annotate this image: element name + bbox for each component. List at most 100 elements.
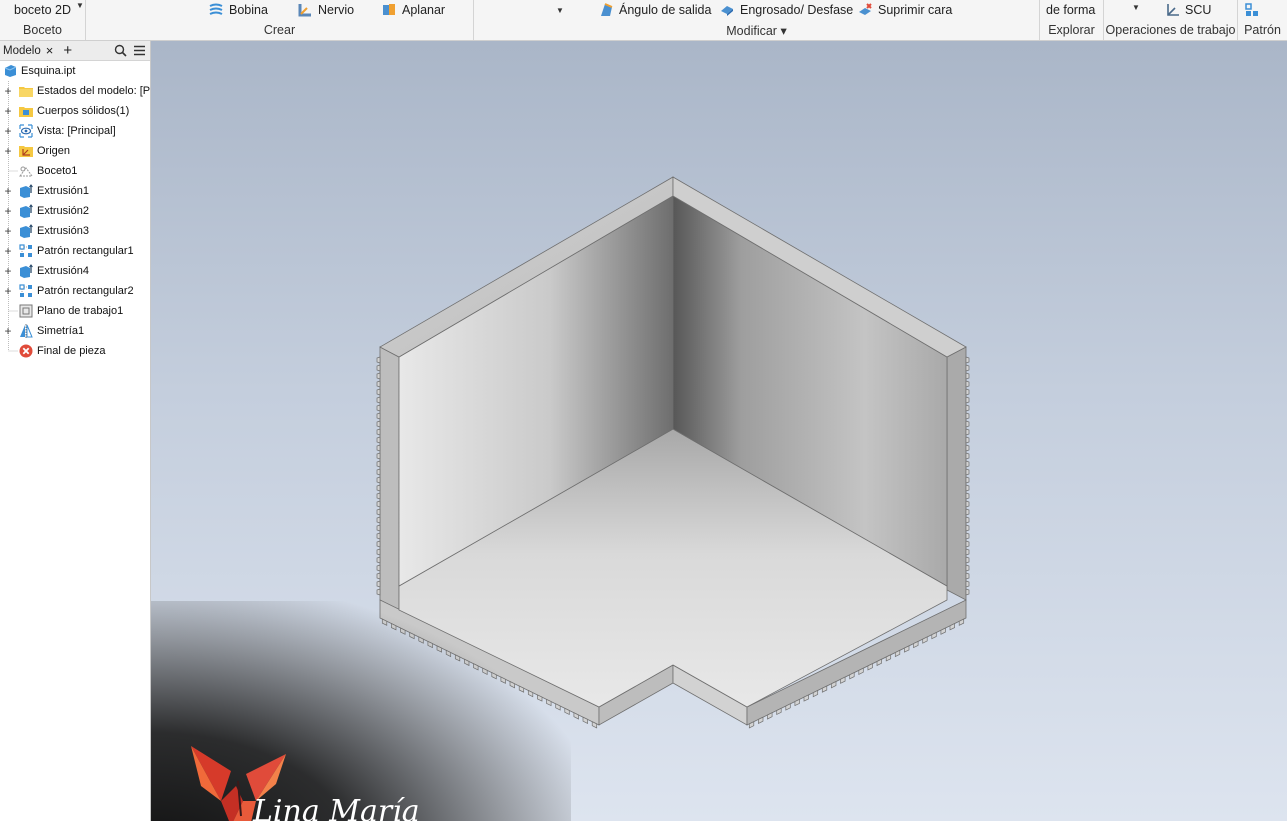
delete-face-icon — [859, 3, 872, 15]
tooth — [965, 548, 970, 556]
tree-item-solid-bodies[interactable]: + Cuerpos sólidos(1) — [0, 101, 150, 121]
ribbon-group-operaciones: ▼ SCU Operaciones de trabajo — [1104, 0, 1238, 40]
tooth — [965, 380, 970, 388]
tree-item-origin[interactable]: + Origen — [0, 141, 150, 161]
graphics-viewport[interactable]: Lina María — [151, 41, 1287, 821]
shape-generator-button[interactable]: de forma — [1046, 1, 1095, 19]
delete-face-label: Suprimir cara — [878, 3, 953, 17]
expand-icon[interactable]: + — [3, 201, 13, 221]
draft-angle-button[interactable]: Ángulo de salida — [598, 1, 711, 19]
delete-face-button[interactable]: Suprimir cara — [857, 1, 952, 19]
tree-item-label: Extrusión4 — [37, 265, 89, 277]
ribbon-group-crear: Bobina Nervio Aplanar Crear — [86, 0, 474, 40]
expand-icon[interactable]: + — [3, 121, 13, 141]
right-outer-face[interactable] — [946, 346, 967, 601]
expand-icon[interactable]: + — [3, 141, 13, 161]
create-2d-sketch-button[interactable]: boceto 2D ▼ — [14, 1, 84, 19]
tree-item-label: Extrusión2 — [37, 205, 89, 217]
group-label-explorar: Explorar — [1048, 23, 1095, 37]
coil-label: Bobina — [229, 3, 268, 17]
group-label-modificar[interactable]: Modificar ▾ — [474, 23, 1039, 38]
tree-item-sketch[interactable]: Boceto1 — [0, 161, 150, 181]
tree-item-extrusion1[interactable]: + Extrusión1 — [0, 181, 150, 201]
rib-icon — [298, 4, 311, 17]
tree-item-end-of-part[interactable]: Final de pieza — [0, 341, 150, 361]
unwrap-button[interactable]: Aplanar — [381, 1, 445, 19]
tree-item-label: Extrusión3 — [37, 225, 89, 237]
pattern-button[interactable] — [1244, 1, 1260, 19]
tooth — [376, 588, 381, 596]
expand-icon[interactable]: + — [3, 261, 13, 281]
ucs-button[interactable]: SCU — [1164, 1, 1211, 19]
tab-modelo[interactable]: Modelo — [3, 45, 41, 57]
caret-down-icon[interactable]: ▼ — [76, 1, 84, 10]
close-tab-icon[interactable]: × — [46, 43, 54, 58]
coil-button[interactable]: Bobina — [208, 1, 268, 19]
work-plane-icon — [19, 304, 33, 318]
tooth — [376, 540, 381, 548]
tree-item-mirror[interactable]: + Simetría1 — [0, 321, 150, 341]
create-2d-sketch-label: boceto 2D — [14, 3, 71, 17]
tooth — [376, 492, 381, 500]
tree-item-extrusion2[interactable]: + Extrusión2 — [0, 201, 150, 221]
unwrap-icon — [383, 4, 395, 15]
thicken-offset-button[interactable]: Engrosado/ Desfase — [719, 1, 853, 19]
tooth — [376, 476, 381, 484]
tooth — [965, 556, 970, 564]
expand-icon[interactable]: + — [3, 221, 13, 241]
caret-down-icon[interactable]: ▼ — [556, 6, 564, 15]
tooth — [965, 356, 970, 364]
expand-icon[interactable]: + — [3, 81, 13, 101]
rectangular-pattern-icon — [1245, 3, 1258, 16]
tree-item-rect-pattern1[interactable]: + Patrón rectangular1 — [0, 241, 150, 261]
tooth — [376, 524, 381, 532]
tree-item-view[interactable]: + Vista: [Principal] — [0, 121, 150, 141]
tooth — [965, 404, 970, 412]
tooth — [376, 396, 381, 404]
tooth — [965, 444, 970, 452]
expand-icon[interactable]: + — [3, 241, 13, 261]
extrude-icon — [20, 224, 33, 238]
caret-down-icon[interactable]: ▼ — [1132, 3, 1140, 12]
search-icon[interactable] — [114, 44, 127, 57]
rib-button[interactable]: Nervio — [297, 1, 354, 19]
tooth — [965, 572, 970, 580]
tooth — [965, 452, 970, 460]
tooth — [965, 588, 970, 596]
expand-icon[interactable]: + — [3, 321, 13, 341]
sketch-icon — [19, 166, 33, 177]
tooth — [376, 500, 381, 508]
tree-item-label: Vista: [Principal] — [37, 125, 116, 137]
menu-icon[interactable] — [133, 44, 146, 57]
part-icon — [4, 65, 17, 77]
watermark-text: Lina María — [252, 794, 420, 821]
tooth — [965, 532, 970, 540]
end-of-part-icon — [19, 344, 33, 358]
work-features-dropdown[interactable]: ▼ — [1132, 1, 1140, 19]
tree-item-work-plane[interactable]: Plano de trabajo1 — [0, 301, 150, 321]
tree-item-rect-pattern2[interactable]: + Patrón rectangular2 — [0, 281, 150, 301]
expand-icon[interactable]: + — [3, 101, 13, 121]
tooth — [376, 404, 381, 412]
modify-dropdown[interactable]: ▼ — [556, 1, 564, 19]
tooth — [965, 508, 970, 516]
tree-item-label: Simetría1 — [37, 325, 85, 337]
tree-item-label: Cuerpos sólidos(1) — [37, 105, 130, 117]
tooth — [965, 436, 970, 444]
tooth — [376, 428, 381, 436]
expand-icon[interactable]: + — [3, 181, 13, 201]
add-tab-icon[interactable]: + — [63, 42, 72, 59]
browser-tab-bar: Modelo × + — [0, 41, 150, 61]
tooth — [376, 556, 381, 564]
ucs-axes-icon — [1167, 4, 1179, 16]
tree-item-extrusion4[interactable]: + Extrusión4 — [0, 261, 150, 281]
part-model[interactable] — [151, 41, 1287, 821]
tooth — [965, 580, 970, 588]
tree-item-part[interactable]: Esquina.ipt — [0, 61, 150, 81]
rectangular-pattern-icon — [19, 284, 32, 297]
tree-item-model-states[interactable]: + Estados del modelo: [Principal] — [0, 81, 150, 101]
tooth — [965, 524, 970, 532]
tree-item-extrusion3[interactable]: + Extrusión3 — [0, 221, 150, 241]
expand-icon[interactable]: + — [3, 281, 13, 301]
left-outer-face[interactable] — [379, 346, 400, 611]
